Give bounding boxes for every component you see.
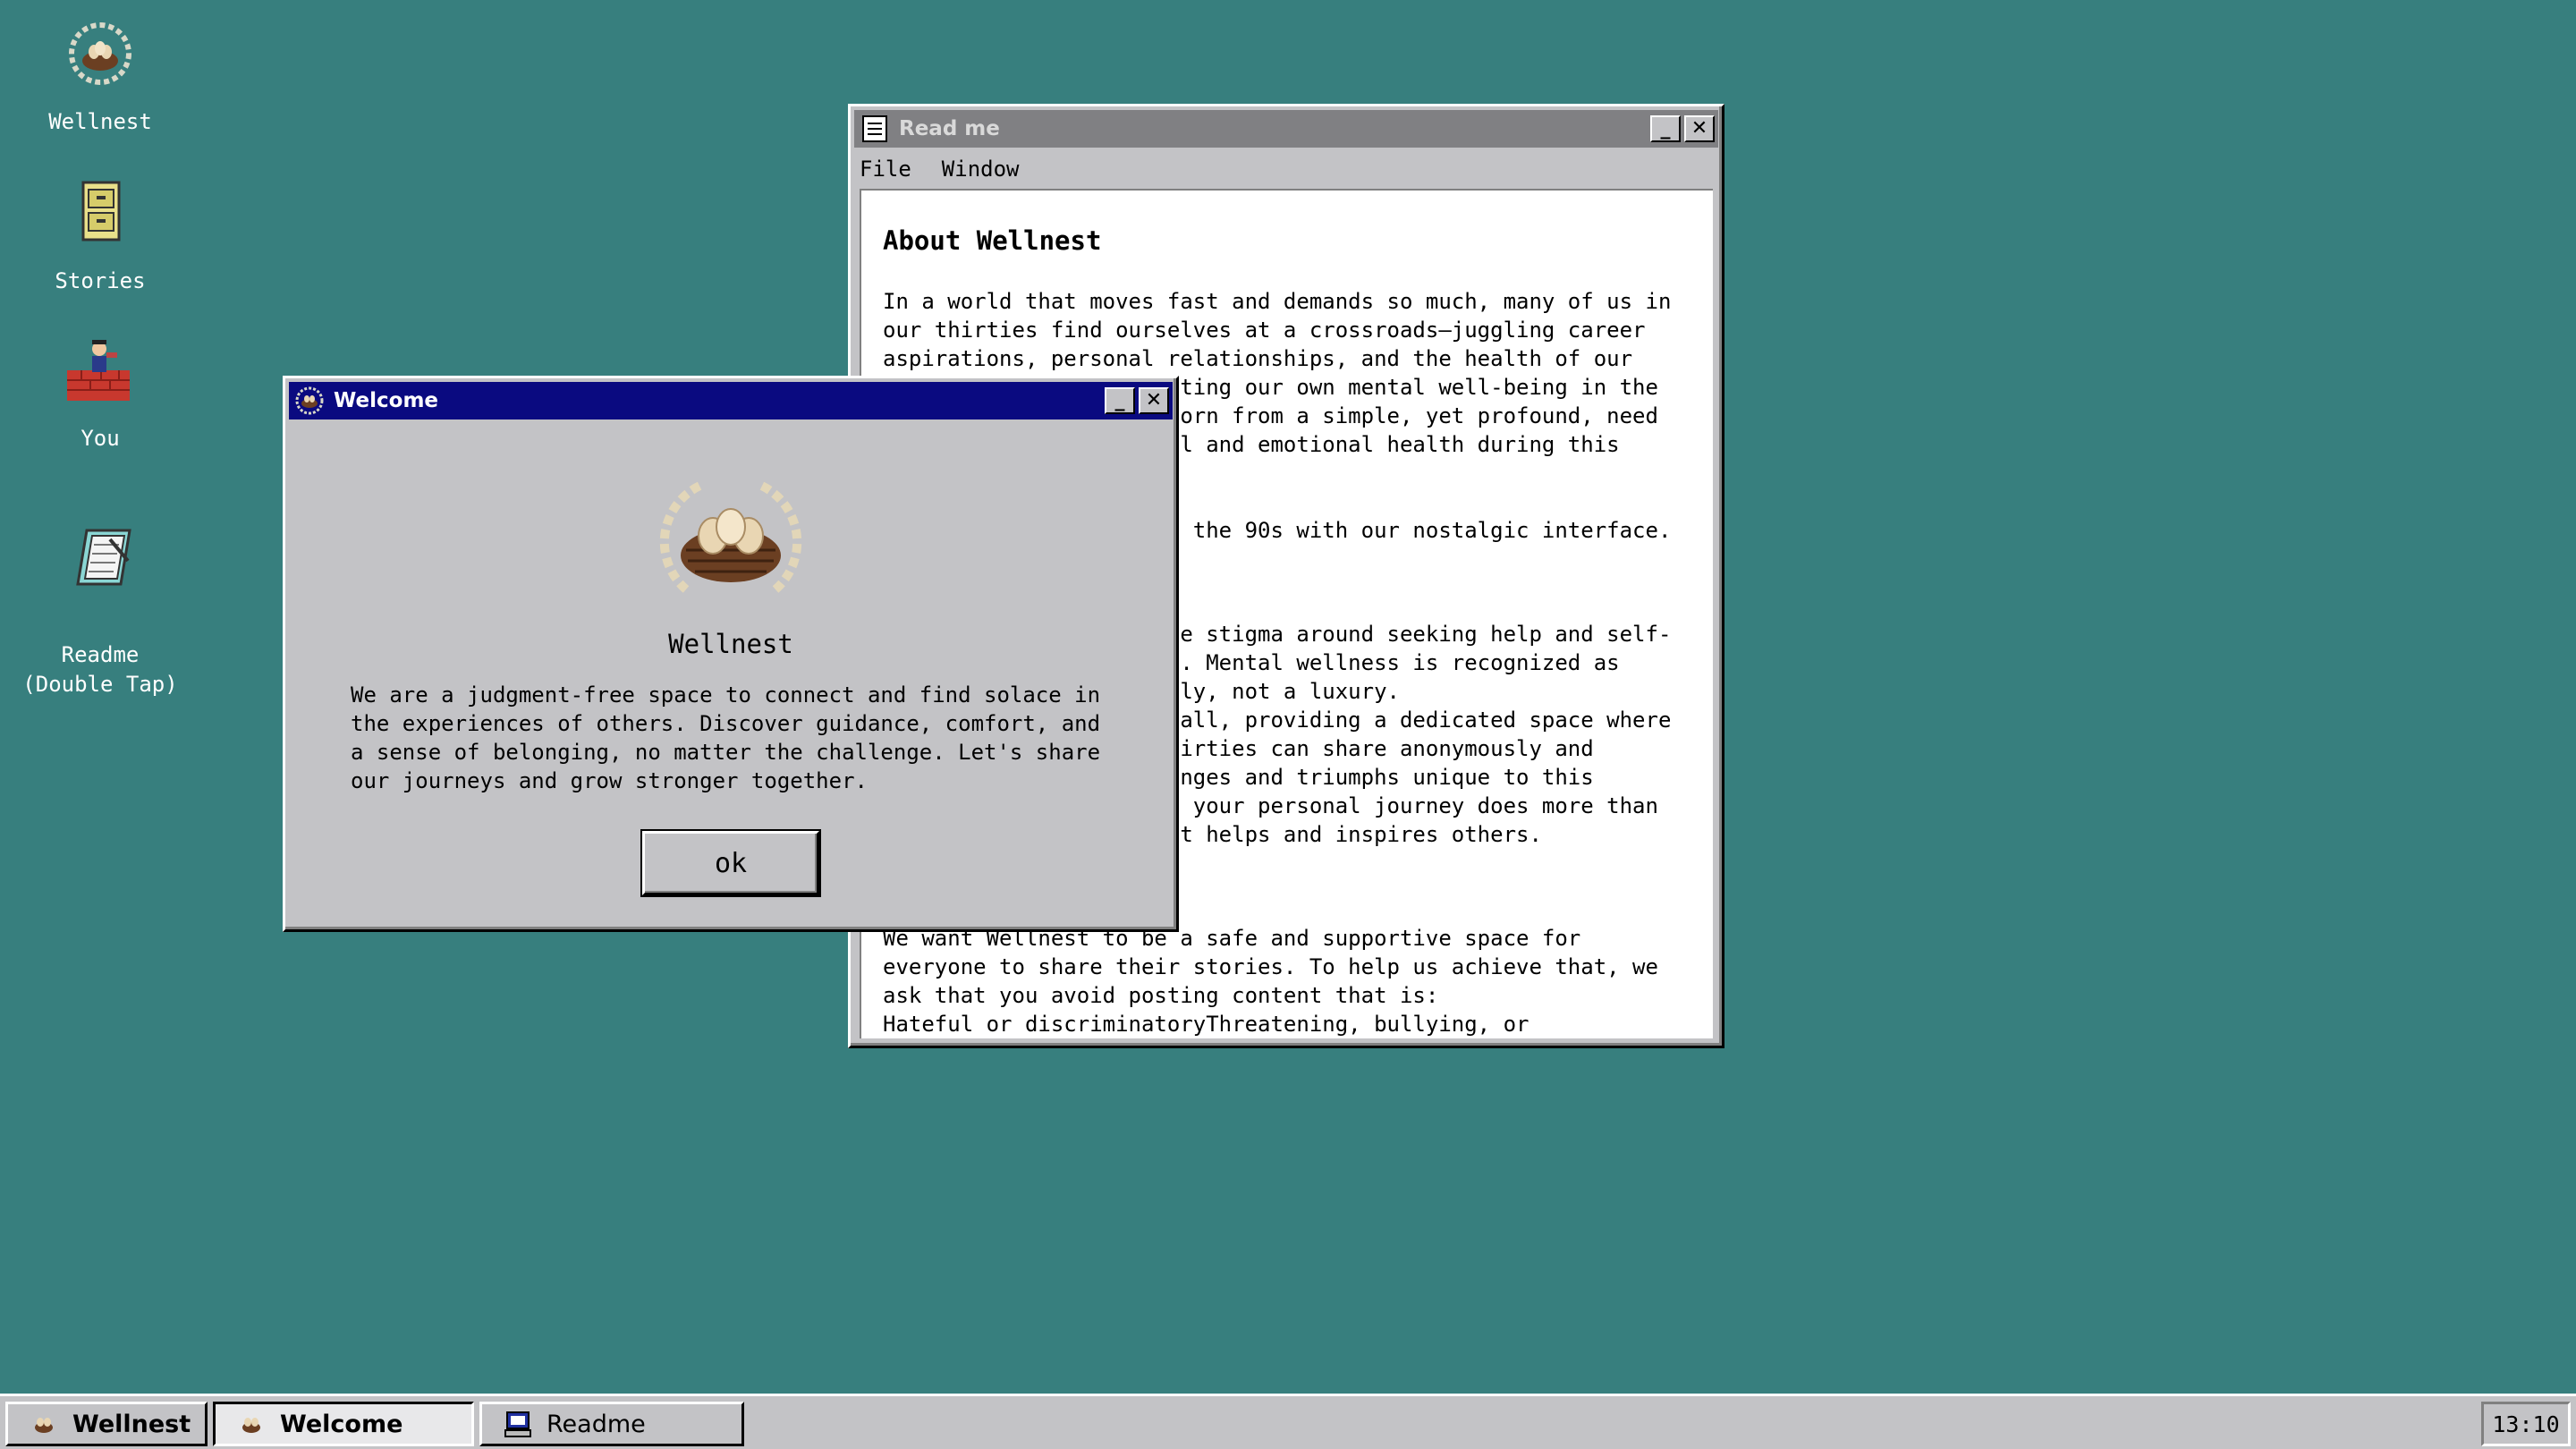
notepad-icon: [862, 115, 887, 142]
nest-icon: [295, 386, 324, 415]
nest-icon: [35, 1418, 53, 1433]
minimize-icon: _: [1114, 389, 1125, 411]
taskbar-clock: 13:10: [2481, 1402, 2571, 1446]
minimize-button[interactable]: _: [1105, 387, 1135, 414]
readme-heading: About Wellnest: [883, 225, 1102, 256]
taskbar-item-readme[interactable]: Readme: [479, 1402, 744, 1446]
file-cabinet-icon: [81, 181, 121, 242]
desktop-icon-readme[interactable]: Readme (Double Tap): [2, 492, 199, 729]
desktop-icon-label: Wellnest: [48, 109, 152, 134]
close-icon: ✕: [1690, 117, 1708, 140]
welcome-dialog[interactable]: Welcome _ ✕ Wellnest We are a judgment-f…: [283, 376, 1179, 932]
desktop-icon-label: Readme (Double Tap): [22, 642, 178, 697]
taskbar: Wellnest Welcome Readme 13:10: [0, 1394, 2576, 1449]
wellnest-logo-icon: [659, 479, 802, 593]
dialog-message: We are a judgment-free space to connect …: [351, 682, 1101, 793]
close-button[interactable]: ✕: [1684, 115, 1715, 142]
menu-file[interactable]: File: [854, 157, 922, 182]
taskbar-item-label: Welcome: [280, 1410, 403, 1438]
welcome-titlebar[interactable]: Welcome _ ✕: [289, 382, 1173, 419]
user-at-wall-icon: [67, 340, 130, 401]
taskbar-item-welcome[interactable]: Welcome: [213, 1402, 474, 1446]
taskbar-item-label: Readme: [547, 1410, 646, 1438]
taskbar-item-wellnest[interactable]: Wellnest: [5, 1402, 208, 1446]
computer-icon: [504, 1411, 531, 1437]
window-title: Read me: [899, 117, 1000, 140]
ok-button[interactable]: ok: [642, 831, 819, 895]
close-button[interactable]: ✕: [1139, 387, 1169, 414]
dialog-body: Wellnest We are a judgment-free space to…: [291, 425, 1171, 924]
dialog-title: Welcome: [334, 389, 439, 412]
notepad-icon: [76, 529, 131, 586]
dialog-app-name: Wellnest: [668, 629, 793, 659]
desktop-icon-label: Stories: [55, 268, 146, 293]
menu-window[interactable]: Window: [936, 157, 1030, 182]
readme-titlebar[interactable]: Read me _ ✕: [854, 110, 1718, 148]
taskbar-item-label: Wellnest: [72, 1410, 191, 1438]
menubar: File Window: [854, 151, 1718, 187]
minimize-icon: _: [1660, 117, 1671, 140]
readme-paragraph: We want Wellnest to be a safe and suppor…: [883, 926, 1658, 1008]
desktop-icon-label: You: [80, 426, 120, 451]
readme-paragraph: Hateful or discriminatoryThreatening, bu…: [883, 1012, 1530, 1037]
desktop-icon-stories[interactable]: Stories: [2, 177, 199, 296]
close-icon: ✕: [1145, 389, 1163, 411]
desktop-icon-wellnest[interactable]: Wellnest: [2, 18, 199, 137]
nest-icon: [242, 1418, 260, 1433]
desktop-icon-you[interactable]: You: [2, 335, 199, 453]
minimize-button[interactable]: _: [1650, 115, 1681, 142]
nest-icon: [69, 22, 131, 85]
